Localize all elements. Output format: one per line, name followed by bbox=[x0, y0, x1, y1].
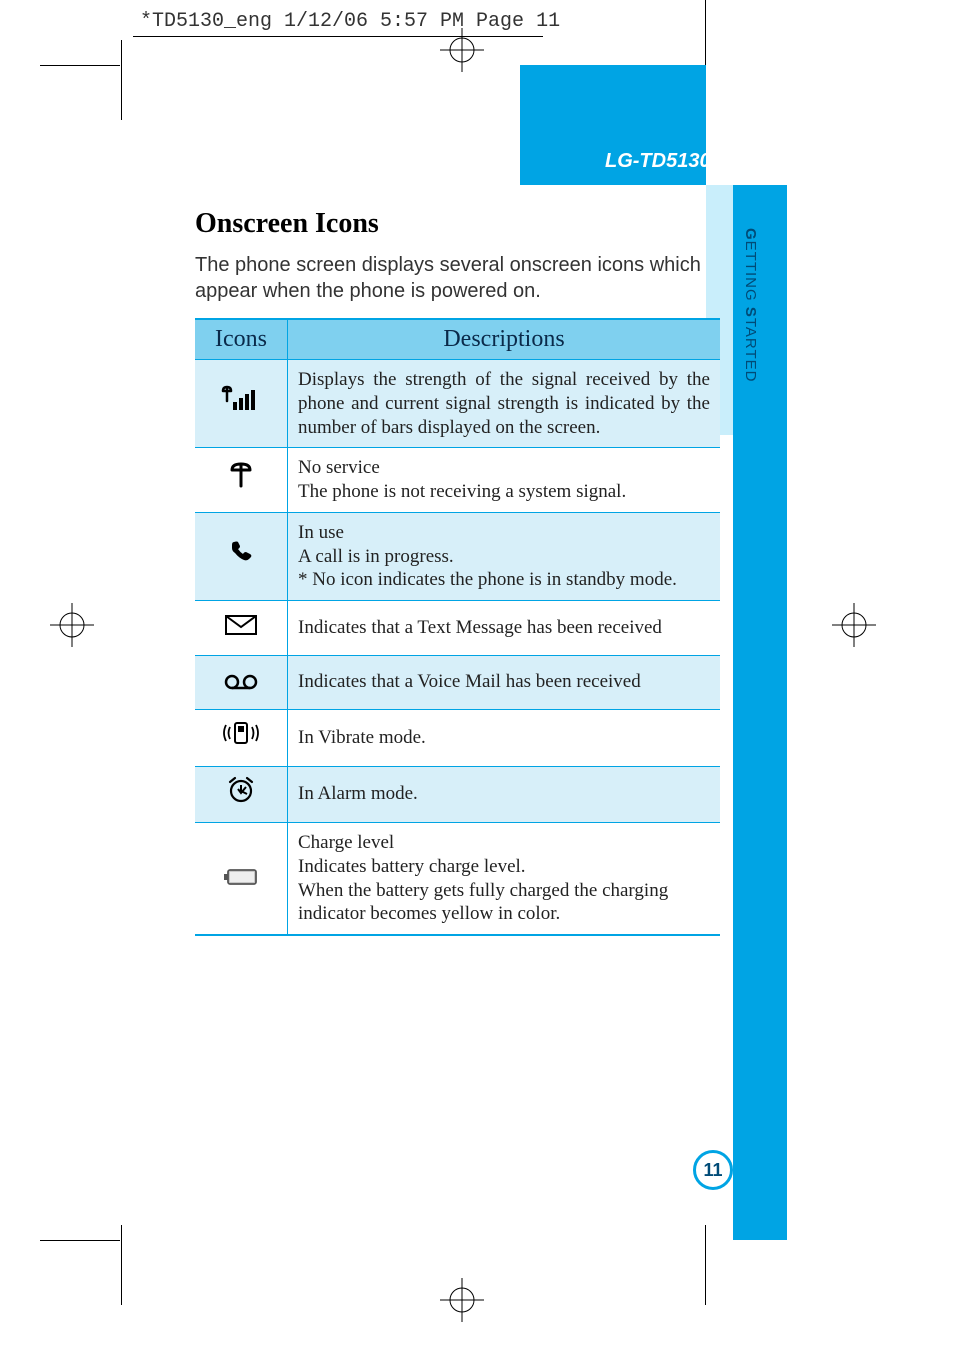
registration-mark-icon bbox=[440, 28, 484, 72]
product-name: LG-TD5130 bbox=[605, 150, 711, 173]
table-row: In Alarm mode. bbox=[195, 766, 720, 823]
crop-mark bbox=[705, 1225, 706, 1305]
onscreen-icons-table: Icons Descriptions Displays the strength… bbox=[195, 318, 720, 936]
table-row: Charge levelIndicates battery charge lev… bbox=[195, 823, 720, 936]
page-number-badge: 11 bbox=[693, 1150, 733, 1190]
table-row: Indicates that a Text Message has been r… bbox=[195, 601, 720, 656]
print-slug-line: *TD5130_eng 1/12/06 5:57 PM Page 11 bbox=[140, 10, 560, 33]
envelope-icon bbox=[195, 601, 288, 656]
alarm-desc: In Alarm mode. bbox=[288, 766, 721, 823]
vibrate-icon bbox=[195, 710, 288, 767]
col-header-descriptions: Descriptions bbox=[288, 319, 721, 360]
page-heading: Onscreen Icons bbox=[195, 208, 720, 240]
no-service-desc: No serviceThe phone is not receiving a s… bbox=[288, 448, 721, 513]
voice-mail-desc: Indicates that a Voice Mail has been rec… bbox=[288, 655, 721, 710]
section-tab-label: GETTING STARTED bbox=[735, 228, 759, 382]
text-message-desc: Indicates that a Text Message has been r… bbox=[288, 601, 721, 656]
intro-paragraph: The phone screen displays several onscre… bbox=[195, 252, 720, 304]
crop-mark bbox=[40, 65, 120, 66]
crop-mark bbox=[121, 40, 122, 120]
crop-mark bbox=[121, 1225, 122, 1305]
no-service-icon bbox=[195, 448, 288, 513]
page-content: Onscreen Icons The phone screen displays… bbox=[195, 208, 720, 936]
signal-bars-desc: Displays the strength of the signal rece… bbox=[288, 360, 721, 448]
registration-mark-icon bbox=[50, 603, 94, 647]
phone-handset-icon bbox=[195, 512, 288, 600]
table-row: In Vibrate mode. bbox=[195, 710, 720, 767]
vibrate-desc: In Vibrate mode. bbox=[288, 710, 721, 767]
signal-bars-icon bbox=[195, 360, 288, 448]
crop-mark bbox=[40, 1240, 120, 1241]
table-row: In useA call is in progress.* No icon in… bbox=[195, 512, 720, 600]
table-header-row: Icons Descriptions bbox=[195, 319, 720, 360]
in-use-desc: In useA call is in progress.* No icon in… bbox=[288, 512, 721, 600]
col-header-icons: Icons bbox=[195, 319, 288, 360]
table-row: Indicates that a Voice Mail has been rec… bbox=[195, 655, 720, 710]
table-row: Displays the strength of the signal rece… bbox=[195, 360, 720, 448]
voicemail-icon bbox=[195, 655, 288, 710]
registration-mark-icon bbox=[440, 1278, 484, 1322]
alarm-clock-icon bbox=[195, 766, 288, 823]
registration-mark-icon bbox=[832, 603, 876, 647]
battery-desc: Charge levelIndicates battery charge lev… bbox=[288, 823, 721, 936]
table-row: No serviceThe phone is not receiving a s… bbox=[195, 448, 720, 513]
battery-icon bbox=[195, 823, 288, 936]
